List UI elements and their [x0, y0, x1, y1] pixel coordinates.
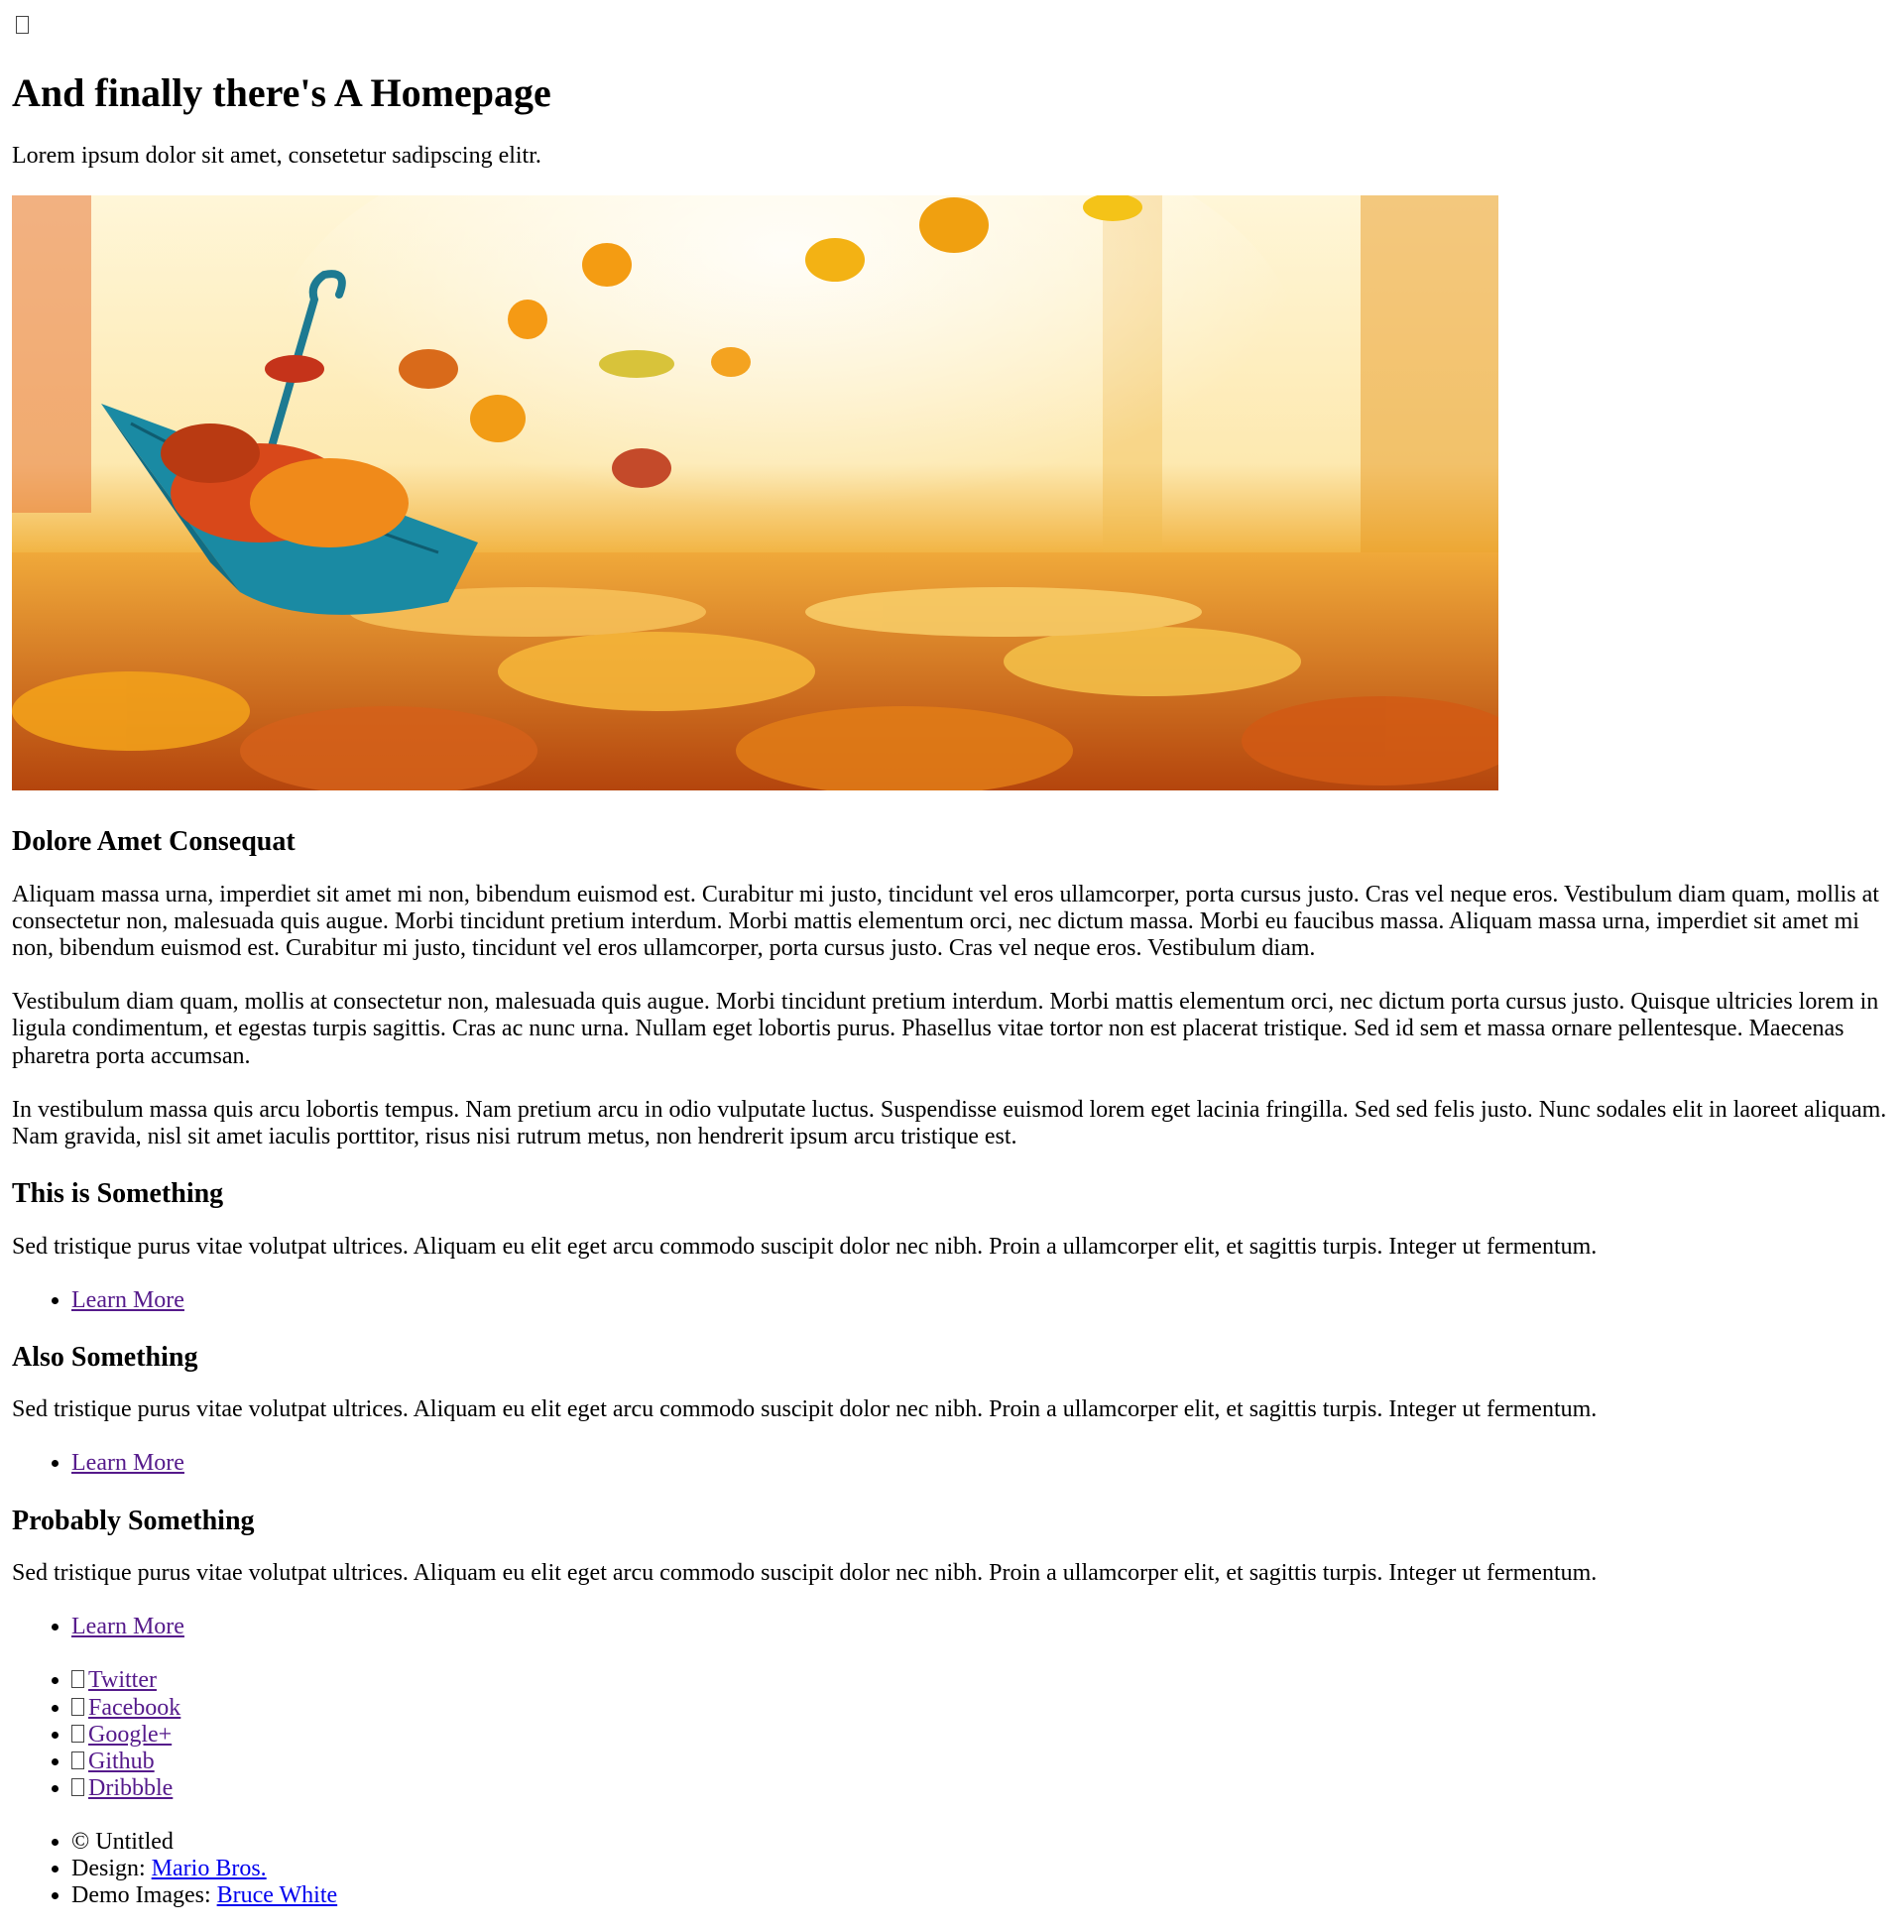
- images-credit-link[interactable]: Bruce White: [217, 1882, 338, 1908]
- feature-heading: Probably Something: [12, 1505, 255, 1536]
- feature-text: Sed tristique purus vitae volutpat ultri…: [12, 1560, 1598, 1587]
- list-item: Facebook: [71, 1695, 1892, 1722]
- copyright: © Untitled: [71, 1829, 1892, 1856]
- feature-text: Sed tristique purus vitae volutpat ultri…: [12, 1233, 1598, 1260]
- menu-icon[interactable]: [16, 16, 29, 34]
- list-item: Learn More: [71, 1287, 1892, 1314]
- social-label: Facebook: [88, 1694, 181, 1721]
- learn-more-link[interactable]: Learn More: [71, 1614, 184, 1639]
- footer-credits: © Untitled Design: Mario Bros. Demo Imag…: [12, 1829, 1892, 1909]
- list-item: Learn More: [71, 1614, 1892, 1640]
- list-item: Dribbble: [71, 1775, 1892, 1802]
- page-title: And finally there's A Homepage: [12, 70, 551, 116]
- list-item: Github: [71, 1749, 1892, 1775]
- banner-image: [12, 195, 1498, 791]
- design-label: Design:: [71, 1856, 152, 1882]
- feature-heading: This is Something: [12, 1177, 224, 1209]
- learn-more-link[interactable]: Learn More: [71, 1450, 184, 1476]
- page-subtitle: Lorem ipsum dolor sit amet, consetetur s…: [12, 143, 541, 170]
- images-credit: Demo Images: Bruce White: [71, 1882, 1892, 1909]
- feature-heading: Also Something: [12, 1341, 198, 1373]
- learn-more-link[interactable]: Learn More: [71, 1287, 184, 1313]
- github-link[interactable]: Github: [71, 1749, 155, 1774]
- social-label: Twitter: [88, 1667, 157, 1694]
- social-label: Google+: [88, 1721, 173, 1748]
- facebook-icon: [71, 1697, 84, 1716]
- dribbble-icon: [71, 1777, 84, 1796]
- design-credit-link[interactable]: Mario Bros.: [152, 1856, 267, 1881]
- intro-paragraph: Aliquam massa urna, imperdiet sit amet m…: [12, 882, 1879, 962]
- google-plus-link[interactable]: Google+: [71, 1722, 172, 1748]
- facebook-link[interactable]: Facebook: [71, 1695, 180, 1721]
- twitter-link[interactable]: Twitter: [71, 1667, 157, 1693]
- social-links: Twitter Facebook Google+ Github Dribbble: [12, 1667, 1892, 1802]
- page: And finally there's A Homepage Lorem ips…: [0, 0, 1904, 1909]
- github-icon: [71, 1751, 84, 1769]
- feature-actions: Learn More: [12, 1287, 1892, 1314]
- social-label: Dribbble: [88, 1774, 174, 1801]
- feature-actions: Learn More: [12, 1450, 1892, 1477]
- twitter-icon: [71, 1670, 84, 1689]
- design-credit: Design: Mario Bros.: [71, 1856, 1892, 1882]
- feature-actions: Learn More: [12, 1614, 1892, 1640]
- feature-text: Sed tristique purus vitae volutpat ultri…: [12, 1396, 1598, 1423]
- section-heading: Dolore Amet Consequat: [12, 826, 296, 858]
- list-item: Learn More: [71, 1450, 1892, 1477]
- autumn-umbrella-image: [12, 195, 1498, 791]
- intro-paragraph: Vestibulum diam quam, mollis at consecte…: [12, 989, 1879, 1069]
- intro-paragraph: In vestibulum massa quis arcu lobortis t…: [12, 1096, 1887, 1149]
- list-item: Twitter: [71, 1667, 1892, 1694]
- images-label: Demo Images:: [71, 1882, 217, 1909]
- list-item: Google+: [71, 1722, 1892, 1749]
- social-label: Github: [88, 1748, 155, 1774]
- dribbble-link[interactable]: Dribbble: [71, 1775, 173, 1801]
- google-plus-icon: [71, 1724, 84, 1743]
